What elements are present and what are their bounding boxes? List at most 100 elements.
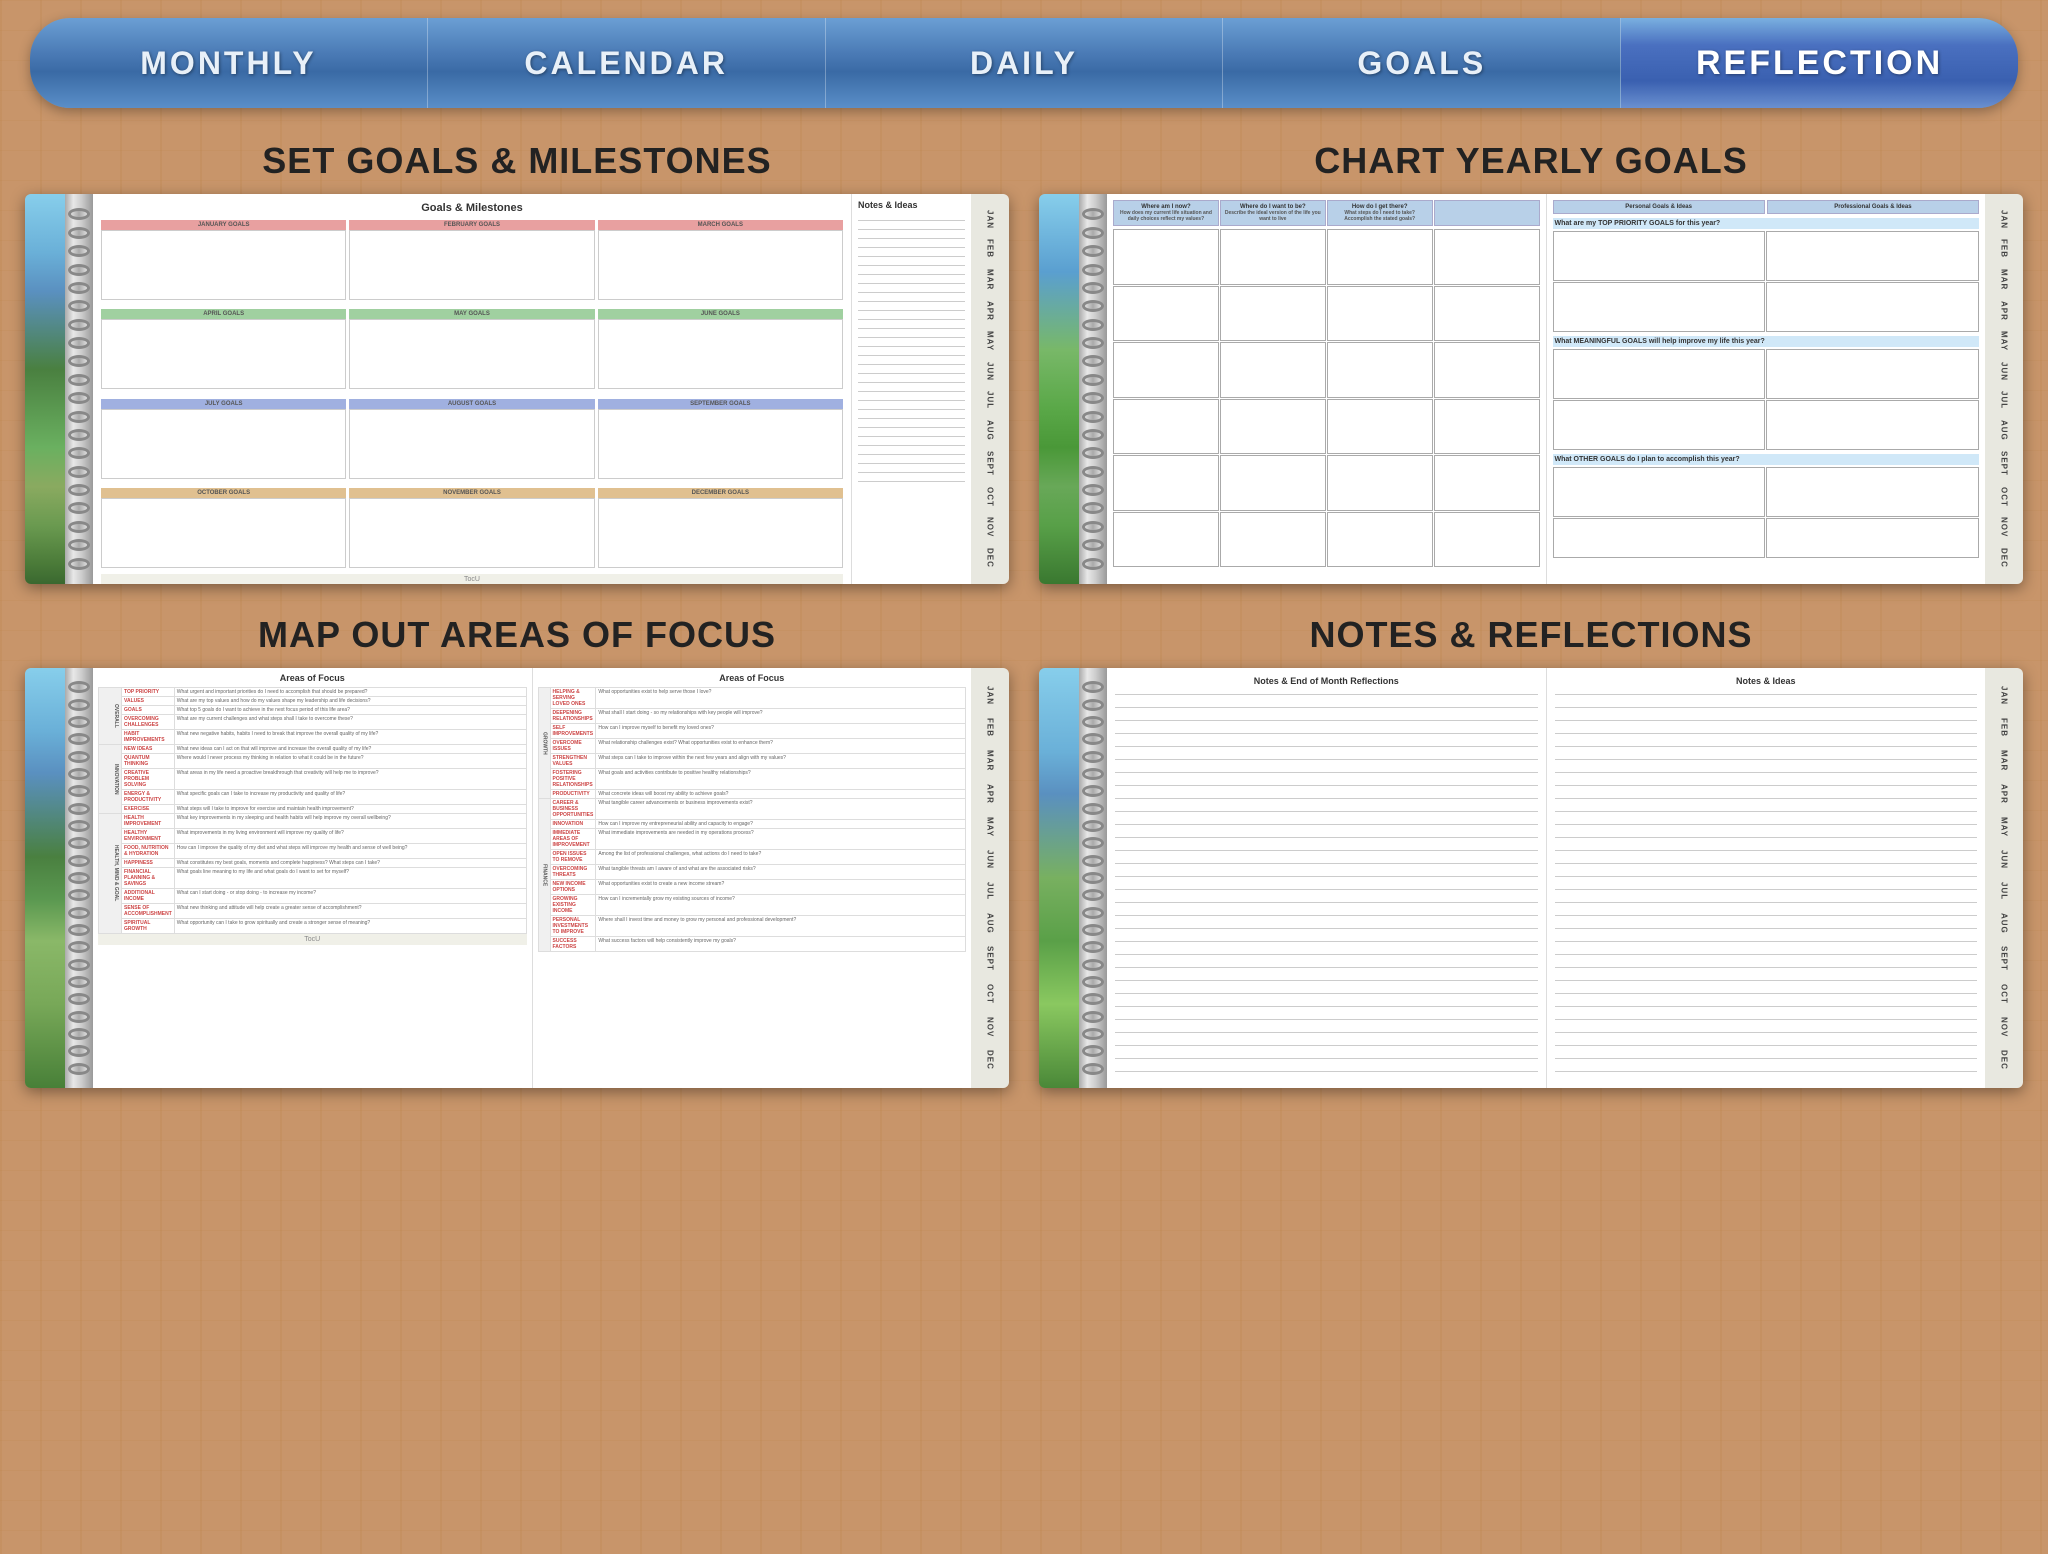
tab-jan[interactable]: JAN (986, 210, 995, 229)
notes-tab-mar[interactable]: MAR (2000, 750, 2009, 771)
immediate-areas-content[interactable]: What immediate improvements are needed i… (596, 829, 966, 850)
chart-cell-5-2[interactable] (1220, 455, 1326, 511)
health-improvement-content[interactable]: What key improvements in my sleeping and… (174, 814, 526, 829)
areas-tab-feb[interactable]: FEB (986, 718, 995, 737)
chart-cell-2-3[interactable] (1327, 286, 1433, 342)
notes-tab-aug[interactable]: AUG (2000, 913, 2009, 934)
chart-cell-4-2[interactable] (1220, 399, 1326, 455)
habit-improvements-content[interactable]: What new negative habits, habits I need … (174, 730, 526, 745)
chart-tab-dec[interactable]: DEC (2000, 548, 2009, 568)
top-priority-content[interactable]: What urgent and important priorities do … (174, 688, 526, 697)
chart-tab-aug[interactable]: AUG (2000, 420, 2009, 441)
november-body[interactable] (349, 498, 594, 568)
strengthen-values-content[interactable]: What steps can I take to improve within … (596, 754, 966, 769)
meaningful-personal-2[interactable] (1553, 400, 1766, 450)
chart-tab-oct[interactable]: OCT (2000, 487, 2009, 507)
chart-tab-nov[interactable]: NOV (2000, 517, 2009, 537)
tab-oct[interactable]: OCT (986, 487, 995, 507)
april-body[interactable] (101, 319, 346, 389)
chart-tab-apr[interactable]: APR (2000, 301, 2009, 321)
chart-cell-1-4[interactable] (1434, 229, 1540, 285)
chart-tab-sept[interactable]: SEPT (2000, 451, 2009, 476)
march-body[interactable] (598, 230, 843, 300)
notes-tab-jan[interactable]: JAN (2000, 686, 2009, 705)
tab-jun[interactable]: JUN (986, 362, 995, 381)
helping-content[interactable]: What opportunities exist to help serve t… (596, 688, 966, 709)
chart-tab-mar[interactable]: MAR (2000, 269, 2009, 290)
overcome-issues-content[interactable]: What relationship challenges exist? What… (596, 739, 966, 754)
areas-tab-jan[interactable]: JAN (986, 686, 995, 705)
other-professional-2[interactable] (1766, 518, 1979, 558)
notes-tab-nov[interactable]: NOV (2000, 1017, 2009, 1037)
july-body[interactable] (101, 409, 346, 479)
overcoming-threats-content[interactable]: What tangible threats am I aware of and … (596, 865, 966, 880)
chart-cell-1-1[interactable] (1113, 229, 1219, 285)
december-body[interactable] (598, 498, 843, 568)
chart-cell-5-4[interactable] (1434, 455, 1540, 511)
areas-tab-dec[interactable]: DEC (986, 1050, 995, 1070)
january-body[interactable] (101, 230, 346, 300)
areas-tab-jul[interactable]: JUL (986, 882, 995, 900)
tab-feb[interactable]: FEB (986, 239, 995, 258)
success-factors-content[interactable]: What success factors will help consisten… (596, 937, 966, 952)
other-personal-2[interactable] (1553, 518, 1766, 558)
chart-cell-2-4[interactable] (1434, 286, 1540, 342)
chart-tab-jan[interactable]: JAN (2000, 210, 2009, 229)
top-priority-personal-2[interactable] (1553, 282, 1766, 332)
notes-tab-jun[interactable]: JUN (2000, 850, 2009, 869)
exercise-content[interactable]: What steps will I take to improve for ex… (174, 805, 526, 814)
chart-cell-4-3[interactable] (1327, 399, 1433, 455)
areas-tab-mar[interactable]: MAR (986, 750, 995, 771)
chart-cell-6-1[interactable] (1113, 512, 1219, 568)
additional-income-content[interactable]: What can I start doing - or stop doing -… (174, 889, 526, 904)
may-body[interactable] (349, 319, 594, 389)
areas-tab-aug[interactable]: AUG (986, 913, 995, 934)
chart-tab-may[interactable]: MAY (2000, 331, 2009, 351)
tab-jul[interactable]: JUL (986, 391, 995, 409)
tab-apr[interactable]: APR (986, 301, 995, 321)
new-ideas-content[interactable]: What new ideas can I act on that will im… (174, 745, 526, 754)
areas-tab-jun[interactable]: JUN (986, 850, 995, 869)
deepening-content[interactable]: What shall I start doing - so my relatio… (596, 709, 966, 724)
chart-tab-jun[interactable]: JUN (2000, 362, 2009, 381)
chart-cell-5-1[interactable] (1113, 455, 1219, 511)
open-issues-content[interactable]: Among the list of professional challenge… (596, 850, 966, 865)
meaningful-professional[interactable] (1766, 349, 1979, 399)
chart-cell-2-1[interactable] (1113, 286, 1219, 342)
notes-tab-may[interactable]: MAY (2000, 817, 2009, 837)
chart-cell-3-2[interactable] (1220, 342, 1326, 398)
nav-calendar[interactable]: CALENDAR (428, 18, 826, 108)
tab-nov[interactable]: NOV (986, 517, 995, 537)
tab-may[interactable]: MAY (986, 331, 995, 351)
quantum-thinking-content[interactable]: Where would I never process my thinking … (174, 754, 526, 769)
self-improvements-content[interactable]: How can I improve myself to benefit my l… (596, 724, 966, 739)
chart-cell-5-3[interactable] (1327, 455, 1433, 511)
fostering-content[interactable]: What goals and activities contribute to … (596, 769, 966, 790)
goals-content[interactable]: What top 5 goals do I want to achieve in… (174, 706, 526, 715)
nav-daily[interactable]: DAILY (826, 18, 1224, 108)
top-priority-professional[interactable] (1766, 231, 1979, 281)
tab-sept[interactable]: SEPT (986, 451, 995, 476)
notes-tab-oct[interactable]: OCT (2000, 984, 2009, 1004)
chart-tab-jul[interactable]: JUL (2000, 391, 2009, 409)
october-body[interactable] (101, 498, 346, 568)
new-income-content[interactable]: What opportunities exist to create a new… (596, 880, 966, 895)
february-body[interactable] (349, 230, 594, 300)
chart-cell-6-4[interactable] (1434, 512, 1540, 568)
food-nutrition-content[interactable]: How can I improve the quality of my diet… (174, 844, 526, 859)
chart-cell-1-3[interactable] (1327, 229, 1433, 285)
other-personal[interactable] (1553, 467, 1766, 517)
nav-reflection[interactable]: REFLECTION (1621, 18, 2018, 108)
chart-cell-4-4[interactable] (1434, 399, 1540, 455)
personal-investments-content[interactable]: Where shall I invest time and money to g… (596, 916, 966, 937)
areas-tab-oct[interactable]: OCT (986, 984, 995, 1004)
meaningful-personal[interactable] (1553, 349, 1766, 399)
areas-tab-nov[interactable]: NOV (986, 1017, 995, 1037)
august-body[interactable] (349, 409, 594, 479)
notes-tab-feb[interactable]: FEB (2000, 718, 2009, 737)
notes-tab-sept[interactable]: SEPT (2000, 946, 2009, 971)
tab-mar[interactable]: MAR (986, 269, 995, 290)
notes-tab-dec[interactable]: DEC (2000, 1050, 2009, 1070)
areas-tab-apr[interactable]: APR (986, 784, 995, 804)
growing-existing-content[interactable]: How can I incrementally grow my existing… (596, 895, 966, 916)
